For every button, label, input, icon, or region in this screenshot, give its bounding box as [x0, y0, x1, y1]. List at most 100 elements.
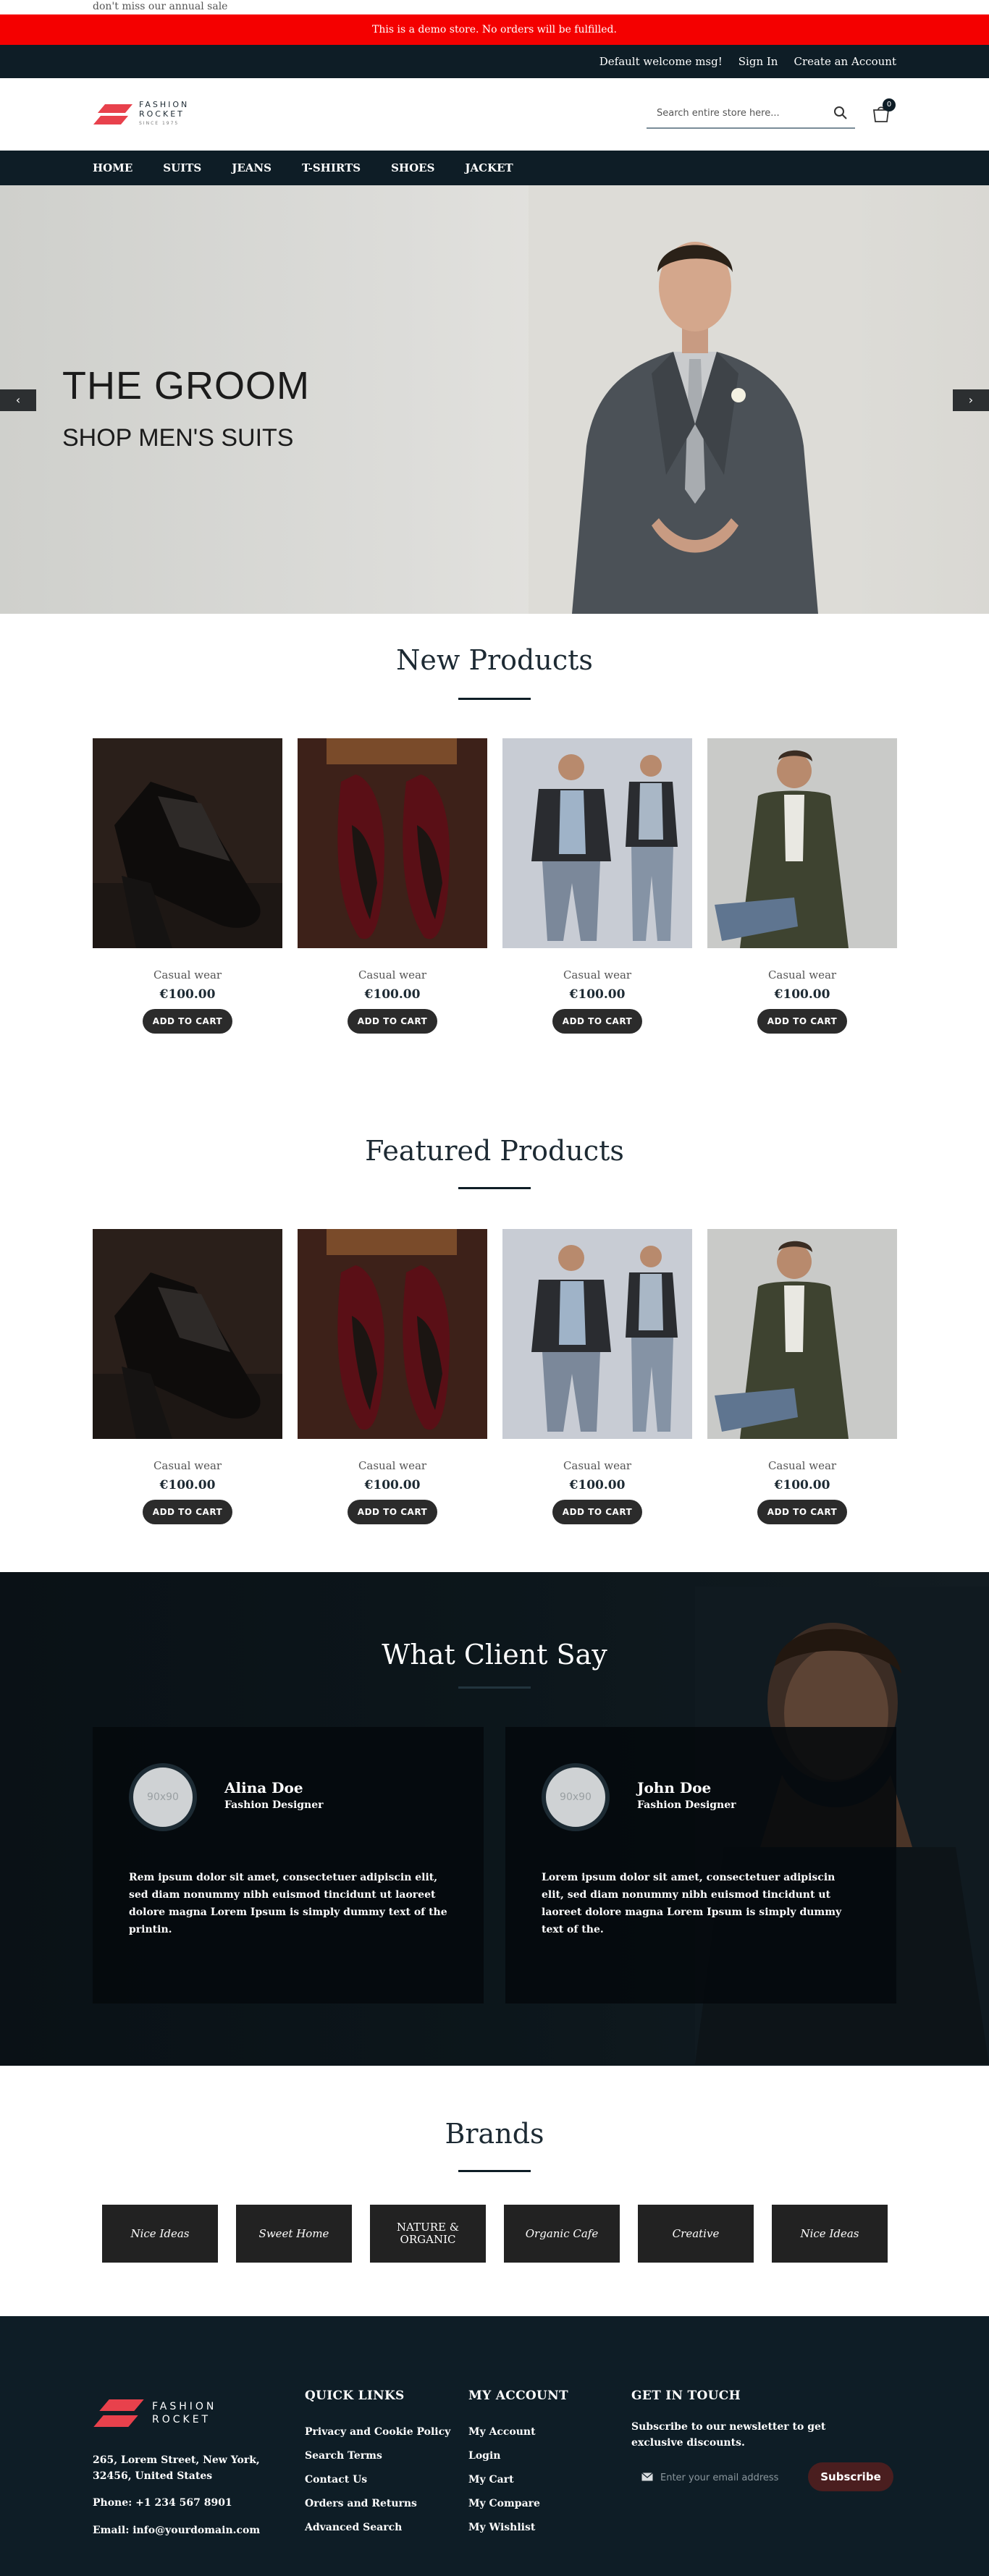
cart-button[interactable]: 0: [871, 98, 896, 124]
nav-item-jeans[interactable]: JEANS: [232, 151, 272, 185]
footer-link-privacy[interactable]: Privacy and Cookie Policy: [305, 2420, 450, 2444]
footer-link-my-account[interactable]: My Account: [468, 2420, 540, 2444]
product-image[interactable]: [707, 1229, 897, 1439]
brand-logo-nature-organic[interactable]: NATURE & ORGANIC: [370, 2205, 486, 2263]
quick-links-heading: QUICK LINKS: [305, 2389, 405, 2403]
product-name[interactable]: Casual wear: [93, 1459, 282, 1472]
nav-item-suits[interactable]: SUITS: [163, 151, 201, 185]
header: FASHION ROCKET SINCE 1975 0: [0, 78, 989, 151]
testimonial-name: Alina Doe: [224, 1779, 303, 1796]
footer-link-my-compare[interactable]: My Compare: [468, 2492, 540, 2516]
product-card: Casual wear €100.00 ADD TO CART: [93, 1229, 282, 1524]
nav-item-shoes[interactable]: SHOES: [391, 151, 434, 185]
envelope-icon: [641, 2472, 653, 2481]
demo-notice: This is a demo store. No orders will be …: [0, 14, 989, 45]
nav-item-jacket[interactable]: JACKET: [465, 151, 513, 185]
product-card: Casual wear €100.00 ADD TO CART: [707, 738, 897, 1034]
nav-item-t-shirts[interactable]: T-SHIRTS: [302, 151, 361, 185]
section-divider: [458, 1686, 531, 1689]
avatar: 90x90: [129, 1763, 197, 1831]
footer-logo[interactable]: FASHION ROCKET: [93, 2396, 217, 2431]
testimonial-card: 90x90 Alina Doe Fashion Designer Rem ips…: [93, 1727, 484, 2003]
create-account-link[interactable]: Create an Account: [794, 45, 896, 78]
product-price: €100.00: [159, 987, 216, 1002]
testimonials-section: What Client Say 90x90 Alina Doe Fashion …: [0, 1572, 989, 2066]
get-in-touch-heading: GET IN TOUCH: [631, 2389, 741, 2403]
testimonial-role: Fashion Designer: [224, 1799, 324, 1811]
add-to-cart-button[interactable]: ADD TO CART: [552, 1009, 642, 1034]
testimonial-quote: Rem ipsum dolor sit amet, consectetuer a…: [129, 1872, 447, 1935]
add-to-cart-button[interactable]: ADD TO CART: [143, 1500, 232, 1524]
footer-link-my-cart[interactable]: My Cart: [468, 2468, 540, 2492]
footer-logo-line1: FASHION: [152, 2401, 217, 2412]
footer-email: Email: info@yourdomain.com: [93, 2525, 261, 2536]
footer-link-my-wishlist[interactable]: My Wishlist: [468, 2516, 540, 2540]
add-to-cart-button[interactable]: ADD TO CART: [757, 1009, 847, 1034]
product-card: Casual wear €100.00 ADD TO CART: [298, 738, 487, 1034]
add-to-cart-button[interactable]: ADD TO CART: [348, 1500, 437, 1524]
section-divider: [458, 698, 531, 700]
add-to-cart-button[interactable]: ADD TO CART: [552, 1500, 642, 1524]
slider-prev-button[interactable]: ‹: [0, 389, 36, 411]
footer-link-advanced-search[interactable]: Advanced Search: [305, 2516, 450, 2540]
product-name[interactable]: Casual wear: [298, 1459, 487, 1472]
footer-link-search-terms[interactable]: Search Terms: [305, 2444, 450, 2468]
product-name[interactable]: Casual wear: [298, 968, 487, 981]
footer-link-orders-returns[interactable]: Orders and Returns: [305, 2492, 450, 2516]
brand-logo-organic-cafe[interactable]: Organic Cafe: [504, 2205, 620, 2263]
hero-slider: ‹ › THE GROOM SHOP MEN'S SUITS: [0, 185, 989, 614]
brand-logo-nice-ideas[interactable]: Nice Ideas: [102, 2205, 218, 2263]
brand-logo-nice-ideas[interactable]: Nice Ideas: [772, 2205, 888, 2263]
product-card: Casual wear €100.00 ADD TO CART: [93, 738, 282, 1034]
product-image[interactable]: [93, 1229, 282, 1439]
store-logo[interactable]: FASHION ROCKET SINCE 1975: [93, 100, 189, 128]
nav-item-home[interactable]: HOME: [93, 151, 132, 185]
main-nav: HOME SUITS JEANS T-SHIRTS SHOES JACKET: [0, 151, 989, 185]
logo-mark-icon: [93, 2396, 144, 2431]
newsletter-text: Subscribe to our newsletter to get exclu…: [631, 2421, 826, 2449]
section-divider: [458, 2170, 531, 2172]
cart-count-badge: 0: [883, 98, 896, 111]
product-image[interactable]: [707, 738, 897, 948]
product-name[interactable]: Casual wear: [707, 968, 897, 981]
product-price: €100.00: [569, 1478, 626, 1492]
footer-address: 265, Lorem Street, New York, 32456, Unit…: [93, 2454, 260, 2482]
product-name[interactable]: Casual wear: [502, 1459, 692, 1472]
subscribe-button[interactable]: Subscribe: [808, 2462, 893, 2491]
logo-tagline: SINCE 1975: [139, 121, 180, 126]
newsletter-email-input[interactable]: [660, 2470, 798, 2486]
product-name[interactable]: Casual wear: [93, 968, 282, 981]
product-card: Casual wear €100.00 ADD TO CART: [502, 738, 692, 1034]
search-input[interactable]: [657, 104, 823, 122]
testimonial-quote: Lorem ipsum dolor sit amet, consectetuer…: [542, 1872, 842, 1935]
product-name[interactable]: Casual wear: [502, 968, 692, 981]
add-to-cart-button[interactable]: ADD TO CART: [757, 1500, 847, 1524]
brand-logo-sweet-home[interactable]: Sweet Home: [236, 2205, 352, 2263]
slider-next-button[interactable]: ›: [953, 389, 989, 411]
newsletter-form: Subscribe: [631, 2461, 895, 2494]
product-image[interactable]: [502, 1229, 692, 1439]
hero-title: THE GROOM: [62, 364, 310, 407]
sign-in-link[interactable]: Sign In: [738, 45, 778, 78]
featured-products-title: Featured Products: [365, 1135, 624, 1167]
search-icon[interactable]: [833, 106, 848, 120]
footer-logo-line2: ROCKET: [152, 2414, 211, 2425]
footer-link-login[interactable]: Login: [468, 2444, 540, 2468]
logo-mark-icon: [93, 101, 133, 127]
add-to-cart-button[interactable]: ADD TO CART: [348, 1009, 437, 1034]
quick-links-list: Privacy and Cookie Policy Search Terms C…: [305, 2420, 450, 2540]
testimonial-role: Fashion Designer: [637, 1799, 736, 1811]
footer-link-contact[interactable]: Contact Us: [305, 2468, 450, 2492]
product-image[interactable]: [93, 738, 282, 948]
product-image[interactable]: [502, 738, 692, 948]
brand-logo-creative[interactable]: Creative: [638, 2205, 754, 2263]
my-account-heading: MY ACCOUNT: [468, 2389, 568, 2403]
product-image[interactable]: [298, 738, 487, 948]
welcome-message: Default welcome msg!: [599, 55, 723, 68]
logo-line2: ROCKET: [139, 109, 185, 119]
product-card: Casual wear €100.00 ADD TO CART: [298, 1229, 487, 1524]
product-name[interactable]: Casual wear: [707, 1459, 897, 1472]
product-image[interactable]: [298, 1229, 487, 1439]
testimonial-name: John Doe: [637, 1779, 712, 1796]
add-to-cart-button[interactable]: ADD TO CART: [143, 1009, 232, 1034]
